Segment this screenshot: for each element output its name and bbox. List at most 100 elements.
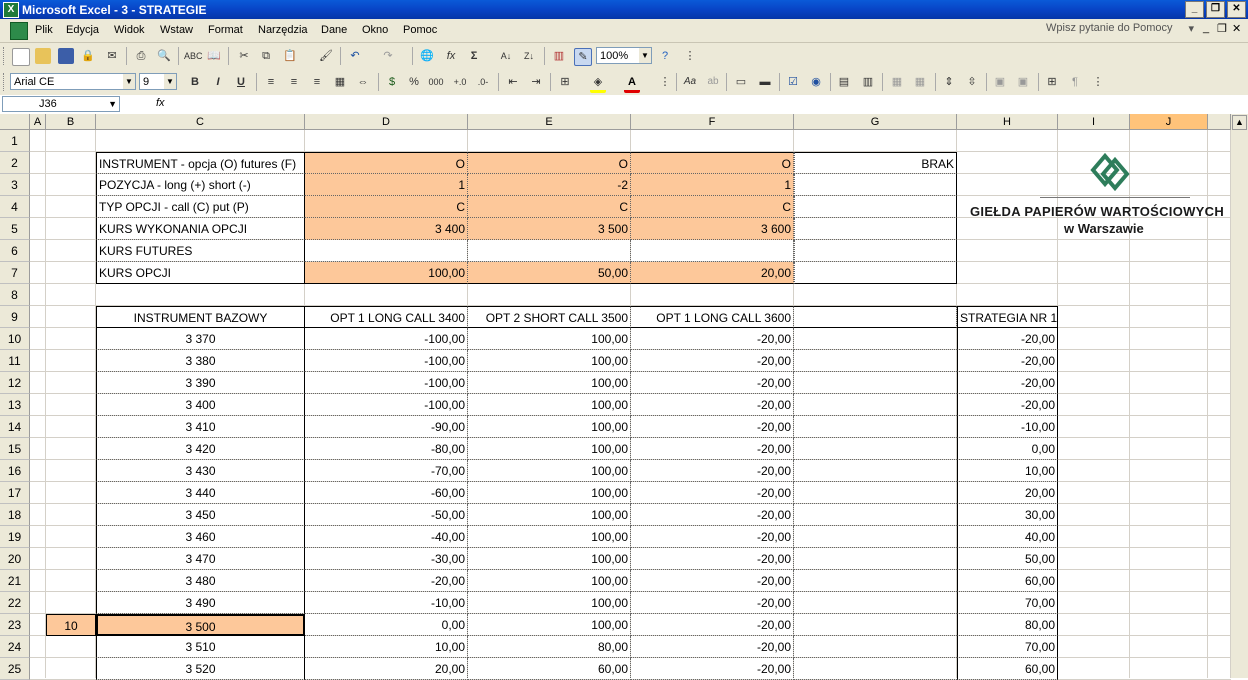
doc-minimize-button[interactable]: _ xyxy=(1203,22,1209,34)
scroll-bar-icon[interactable]: ⇕ xyxy=(941,74,957,90)
opt2-value[interactable]: 100,00 xyxy=(468,372,631,394)
chart-wizard-icon[interactable]: ▥ xyxy=(551,48,567,64)
row-header-21[interactable]: 21 xyxy=(0,570,30,592)
text-style-icon[interactable]: Aa xyxy=(682,74,698,90)
row-header-24[interactable]: 24 xyxy=(0,636,30,658)
edit-code-icon[interactable]: ▣ xyxy=(1015,74,1031,90)
row-header-9[interactable]: 9 xyxy=(0,306,30,328)
col-header-g[interactable]: G xyxy=(794,114,957,130)
help-icon[interactable]: ? xyxy=(657,48,673,64)
param-label[interactable]: KURS WYKONANIA OPCJI xyxy=(96,218,305,240)
row-header-25[interactable]: 25 xyxy=(0,658,30,680)
opt1-value[interactable]: 0,00 xyxy=(305,614,468,636)
col-header-h[interactable]: H xyxy=(957,114,1058,130)
opt1-value[interactable]: -100,00 xyxy=(305,328,468,350)
opt2-value[interactable]: 100,00 xyxy=(468,504,631,526)
input-value-cell[interactable]: 10 xyxy=(46,614,96,636)
row-header-3[interactable]: 3 xyxy=(0,174,30,196)
row-header-12[interactable]: 12 xyxy=(0,372,30,394)
zoom-dropdown-icon[interactable]: ▼ xyxy=(639,48,651,63)
copy-icon[interactable]: ⧉ xyxy=(258,48,274,64)
help-search-box[interactable]: Wpisz pytanie do Pomocy ▾ xyxy=(1046,22,1196,38)
opt2-value[interactable]: 100,00 xyxy=(468,416,631,438)
insert-function-button[interactable]: fx xyxy=(156,97,165,109)
underlying-price[interactable]: 3 500 xyxy=(96,614,305,636)
workbook-icon[interactable] xyxy=(10,22,28,40)
underlying-price[interactable]: 3 520 xyxy=(96,658,305,680)
underlying-price[interactable]: 3 510 xyxy=(96,636,305,658)
restore-button[interactable]: ❐ xyxy=(1206,1,1225,18)
menu-wstaw[interactable]: Wstaw xyxy=(160,24,193,36)
align-right-icon[interactable]: ≡ xyxy=(309,74,325,90)
opt1-value[interactable]: -70,00 xyxy=(305,460,468,482)
opt2-value[interactable]: 60,00 xyxy=(468,658,631,680)
paste-icon[interactable]: 📋 xyxy=(282,48,298,64)
select-all-corner[interactable] xyxy=(0,114,30,130)
row-header-10[interactable]: 10 xyxy=(0,328,30,350)
combo-list-icon[interactable]: ▦ xyxy=(889,74,905,90)
menu-pomoc[interactable]: Pomoc xyxy=(403,24,437,36)
row-header-17[interactable]: 17 xyxy=(0,482,30,504)
strategy-value[interactable]: 80,00 xyxy=(957,614,1058,636)
combo-box-icon[interactable]: ▥ xyxy=(860,74,876,90)
doc-close-button[interactable]: ✕ xyxy=(1232,22,1241,35)
row-header-19[interactable]: 19 xyxy=(0,526,30,548)
col-header-k[interactable] xyxy=(1208,114,1231,130)
empty-g[interactable] xyxy=(794,372,957,394)
opt2-value[interactable]: 100,00 xyxy=(468,570,631,592)
sort-ascending-icon[interactable]: A↓ xyxy=(498,48,514,64)
opt2-value[interactable]: 100,00 xyxy=(468,328,631,350)
param-label[interactable]: TYP OPCJI - call (C) put (P) xyxy=(96,196,305,218)
param-value-e[interactable]: O xyxy=(468,152,631,174)
minimize-button[interactable]: _ xyxy=(1185,1,1204,18)
table-header-c[interactable]: INSTRUMENT BAZOWY xyxy=(96,306,305,328)
opt1-value[interactable]: -20,00 xyxy=(305,570,468,592)
param-value-d[interactable]: 100,00 xyxy=(305,262,468,284)
underlying-price[interactable]: 3 440 xyxy=(96,482,305,504)
opt3-value[interactable]: -20,00 xyxy=(631,658,794,680)
borders-icon[interactable]: ⊞ xyxy=(557,74,573,90)
row-header-16[interactable]: 16 xyxy=(0,460,30,482)
param-value-d[interactable] xyxy=(305,240,468,262)
increase-decimal-icon[interactable]: +.0 xyxy=(452,74,468,90)
underlying-price[interactable]: 3 420 xyxy=(96,438,305,460)
opt2-value[interactable]: 100,00 xyxy=(468,592,631,614)
opt3-value[interactable]: -20,00 xyxy=(631,482,794,504)
opt1-value[interactable]: -40,00 xyxy=(305,526,468,548)
increase-indent-icon[interactable]: ⇥ xyxy=(528,74,544,90)
opt3-value[interactable]: -20,00 xyxy=(631,570,794,592)
menu-okno[interactable]: Okno xyxy=(362,24,388,36)
empty-g[interactable] xyxy=(794,328,957,350)
opt3-value[interactable]: -20,00 xyxy=(631,548,794,570)
row-header-7[interactable]: 7 xyxy=(0,262,30,284)
param-value-e[interactable]: 50,00 xyxy=(468,262,631,284)
underlying-price[interactable]: 3 380 xyxy=(96,350,305,372)
param-value-f[interactable]: C xyxy=(631,196,794,218)
underlying-price[interactable]: 3 430 xyxy=(96,460,305,482)
font-size-dropdown-icon[interactable]: ▼ xyxy=(164,74,176,89)
underlying-price[interactable]: 3 450 xyxy=(96,504,305,526)
param-value-f[interactable]: O xyxy=(631,152,794,174)
combo-dropdown-icon[interactable]: ▦ xyxy=(912,74,928,90)
table-header-f[interactable]: OPT 1 LONG CALL 3600 xyxy=(631,306,794,328)
row-header-22[interactable]: 22 xyxy=(0,592,30,614)
param-value-f[interactable]: 20,00 xyxy=(631,262,794,284)
opt2-value[interactable]: 100,00 xyxy=(468,394,631,416)
param-value-d[interactable]: C xyxy=(305,196,468,218)
text-field-icon[interactable]: ab xyxy=(705,74,721,90)
toolbar-grip[interactable] xyxy=(3,47,7,65)
doc-restore-button[interactable]: ❐ xyxy=(1217,22,1227,35)
row-header-18[interactable]: 18 xyxy=(0,504,30,526)
italic-button[interactable]: I xyxy=(210,74,226,90)
param-label[interactable]: KURS OPCJI xyxy=(96,262,305,284)
align-left-icon[interactable]: ≡ xyxy=(263,74,279,90)
opt3-value[interactable]: -20,00 xyxy=(631,460,794,482)
email-icon[interactable]: ✉ xyxy=(104,48,120,64)
hyperlink-icon[interactable]: 🌐 xyxy=(419,48,435,64)
button-control-icon[interactable]: ▬ xyxy=(757,74,773,90)
thousands-button[interactable]: 000 xyxy=(428,74,444,90)
strategy-value[interactable]: -20,00 xyxy=(957,328,1058,350)
row-header-2[interactable]: 2 xyxy=(0,152,30,174)
justify-icon[interactable]: ▦ xyxy=(332,74,348,90)
opt3-value[interactable]: -20,00 xyxy=(631,504,794,526)
